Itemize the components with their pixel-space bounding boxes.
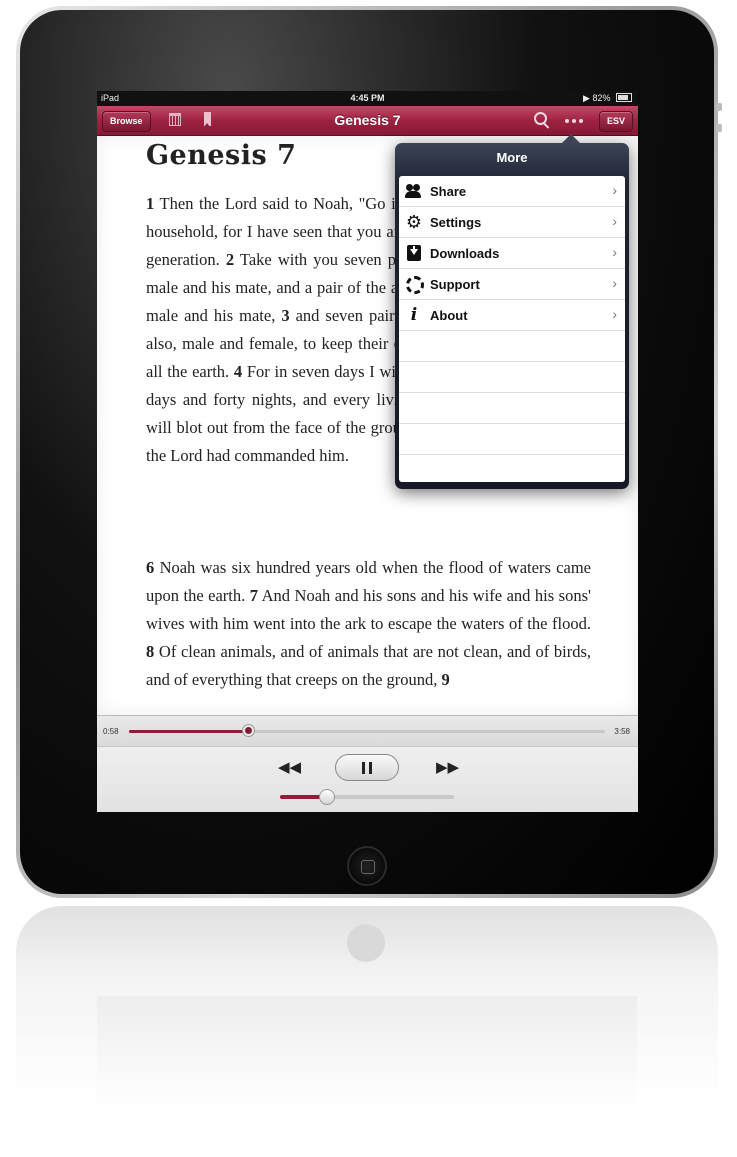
navigation-bar: Browse Genesis 7 ESV bbox=[97, 106, 638, 136]
info-icon: i bbox=[410, 305, 418, 325]
gear-icon: ⚙ bbox=[405, 212, 423, 232]
rewind-icon[interactable]: ◀◀ bbox=[278, 758, 301, 776]
verse-number: 9 bbox=[441, 670, 450, 689]
chevron-right-icon: › bbox=[612, 213, 617, 229]
volume-up-button bbox=[716, 103, 722, 111]
verse-number: 7 bbox=[249, 586, 259, 605]
more-icon[interactable] bbox=[565, 119, 586, 123]
verse-text: Of clean animals, and of animals that ar… bbox=[146, 642, 591, 689]
verse-number: 8 bbox=[146, 642, 155, 661]
status-bar: iPad 4:45 PM ▶ 82% bbox=[97, 91, 638, 106]
pause-button[interactable] bbox=[335, 754, 399, 781]
chevron-right-icon: › bbox=[612, 244, 617, 260]
screen-reflection bbox=[97, 996, 637, 1106]
lifebuoy-icon bbox=[406, 276, 424, 294]
device-reflection bbox=[16, 906, 718, 1146]
audio-player: 0:58 3:58 ◀◀ ▶▶ bbox=[97, 715, 638, 812]
empty-row bbox=[399, 455, 625, 482]
menu-item-about[interactable]: i About › bbox=[399, 300, 625, 331]
total-time: 3:58 bbox=[614, 727, 630, 736]
fast-forward-icon[interactable]: ▶▶ bbox=[436, 758, 459, 776]
scrubber-row: 0:58 3:58 bbox=[97, 716, 638, 747]
empty-row bbox=[399, 331, 625, 362]
search-icon[interactable] bbox=[534, 112, 547, 125]
verse-number: 4 bbox=[233, 362, 243, 381]
elapsed-time: 0:58 bbox=[103, 727, 119, 736]
verse-number: 6 bbox=[146, 558, 155, 577]
clock: 4:45 PM bbox=[350, 93, 385, 103]
share-icon bbox=[405, 183, 423, 199]
chevron-right-icon: › bbox=[612, 306, 617, 322]
verse-number: 3 bbox=[281, 306, 290, 325]
chevron-right-icon: › bbox=[612, 182, 617, 198]
menu-item-label: Settings bbox=[430, 215, 482, 230]
menu-item-share[interactable]: Share › bbox=[399, 176, 625, 207]
menu-item-label: Support bbox=[430, 277, 480, 292]
progress-slider[interactable] bbox=[129, 724, 605, 737]
paragraph: 6 Noah was six hundred years old when th… bbox=[146, 554, 591, 694]
more-popover: More Share › ⚙ Settings › Downloads › Su… bbox=[395, 134, 629, 489]
menu-item-support[interactable]: Support › bbox=[399, 269, 625, 300]
progress-fill bbox=[129, 730, 248, 733]
chapter-heading: Genesis 7 bbox=[146, 140, 297, 171]
download-icon bbox=[407, 245, 421, 261]
more-menu-list: Share › ⚙ Settings › Downloads › Support… bbox=[399, 176, 625, 482]
app-screen: iPad 4:45 PM ▶ 82% Browse Genesis 7 ESV … bbox=[97, 91, 638, 812]
menu-item-label: Share bbox=[430, 184, 467, 199]
popover-title: More bbox=[496, 150, 528, 165]
chevron-right-icon: › bbox=[612, 275, 617, 291]
verse-number: 1 bbox=[146, 194, 155, 213]
menu-item-label: About bbox=[430, 308, 468, 323]
battery-icon bbox=[616, 93, 632, 102]
menu-item-label: Downloads bbox=[430, 246, 500, 261]
popover-arrow bbox=[561, 134, 581, 144]
home-button[interactable] bbox=[347, 846, 387, 886]
volume-slider[interactable] bbox=[280, 789, 454, 805]
version-button[interactable]: ESV bbox=[599, 111, 634, 132]
home-button-reflection bbox=[347, 924, 385, 962]
battery-percent: 82% bbox=[592, 93, 611, 103]
empty-row bbox=[399, 362, 625, 393]
menu-item-settings[interactable]: ⚙ Settings › bbox=[399, 207, 625, 238]
pause-icon bbox=[362, 762, 365, 774]
progress-thumb[interactable] bbox=[242, 724, 255, 737]
battery-status: ▶ 82% bbox=[583, 93, 632, 104]
volume-down-button bbox=[716, 124, 722, 132]
volume-thumb[interactable] bbox=[318, 789, 335, 805]
menu-item-downloads[interactable]: Downloads › bbox=[399, 238, 625, 269]
page-title: Genesis 7 bbox=[334, 112, 401, 128]
empty-row bbox=[399, 393, 625, 424]
play-indicator-icon: ▶ bbox=[583, 93, 590, 103]
verse-number: 2 bbox=[225, 250, 235, 269]
empty-row bbox=[399, 424, 625, 455]
